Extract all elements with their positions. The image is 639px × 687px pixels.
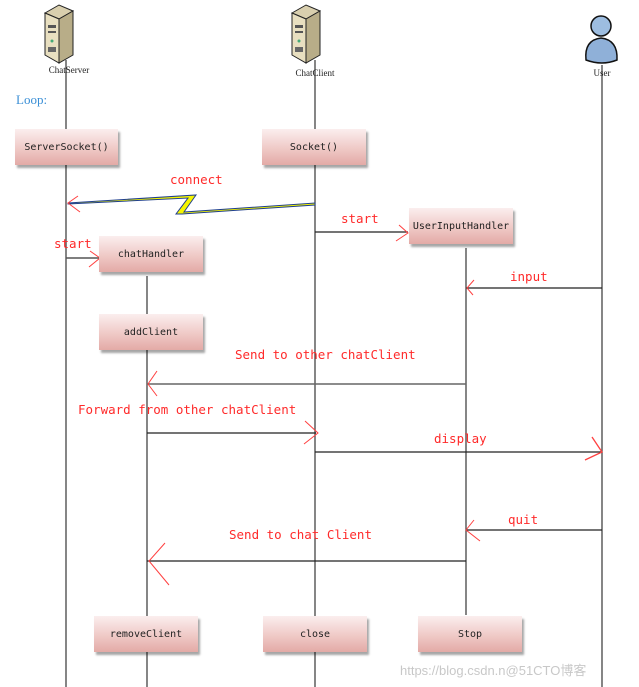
arrowhead-start-client [395,224,409,242]
activation-userinputhandler: UserInputHandler [409,208,513,244]
server-icon-chatserver [43,4,75,64]
actor-label-user: User [593,68,611,78]
message-label-send-chat: Send to chat Client [229,527,372,542]
message-label-connect: connect [170,172,223,187]
connect-lightning [67,194,316,215]
activation-addclient: addClient [99,314,203,350]
activation-removeclient: removeClient [94,616,198,652]
diagram-lines [43,4,618,687]
arrowhead-display [584,436,603,461]
activation-chathandler: chatHandler [99,236,203,272]
message-label-input: input [510,269,548,284]
activation-socket: Socket() [262,129,366,165]
server-icon-chatclient [290,4,322,64]
sequence-diagram: ChatServer ChatClient User Loop: ServerS… [0,0,639,687]
user-icon [585,15,618,64]
watermark: https://blog.csdn.n@51CTO博客 [400,663,587,678]
message-label-quit: quit [508,512,539,527]
message-label-display: display [434,431,487,446]
message-label-forward: Forward from other chatClient [78,402,297,417]
actor-label-chatclient: ChatClient [295,68,335,78]
message-label-start-client: start [341,211,379,226]
loop-label: Loop: [16,92,48,107]
activation-close: close [263,616,367,652]
activation-stop: Stop [418,616,522,652]
arrowhead-send-chat [148,542,170,586]
activation-serversocket: ServerSocket() [15,129,118,165]
message-label-send-other: Send to other chatClient [235,347,416,362]
message-label-start-server: start [54,236,92,251]
actor-label-chatserver: ChatServer [48,65,90,75]
